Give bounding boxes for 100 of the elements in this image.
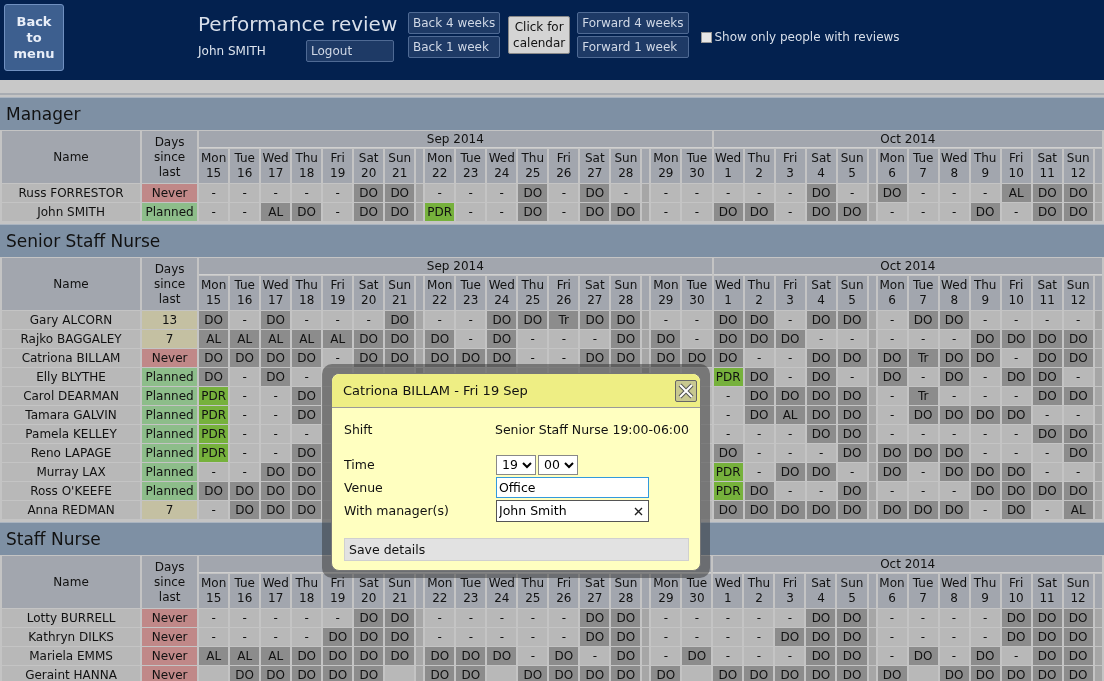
shift-cell[interactable]: - [939, 609, 969, 627]
shift-cell[interactable]: - [939, 628, 969, 646]
shift-cell[interactable]: DO [713, 330, 743, 348]
shift-cell[interactable]: DO [1032, 184, 1062, 202]
shift-cell[interactable]: - [1001, 387, 1031, 405]
shift-cell[interactable]: - [939, 203, 969, 221]
shift-cell[interactable]: DO [837, 628, 867, 646]
shift-cell[interactable]: - [908, 628, 938, 646]
shift-cell[interactable]: DO [970, 666, 1000, 681]
shift-cell[interactable]: - [775, 349, 805, 367]
shift-cell[interactable]: - [549, 330, 579, 348]
back-weeks-button[interactable]: Back 1 week [408, 36, 501, 58]
shift-cell[interactable]: - [939, 647, 969, 665]
shift-cell[interactable]: - [1032, 501, 1062, 519]
shift-cell[interactable]: - [713, 647, 743, 665]
shift-cell[interactable]: DO [908, 311, 938, 329]
shift-cell[interactable]: - [580, 647, 610, 665]
shift-cell[interactable]: - [877, 311, 907, 329]
shift-cell[interactable]: DO [385, 609, 415, 627]
shift-cell[interactable]: DO [682, 647, 712, 665]
shift-cell[interactable]: DO [354, 203, 384, 221]
shift-cell[interactable]: DO [261, 349, 291, 367]
shift-cell[interactable]: DO [744, 482, 774, 500]
shift-cell[interactable]: DO [1032, 387, 1062, 405]
shift-cell[interactable]: DO [713, 666, 743, 681]
shift-cell[interactable]: DO [806, 425, 836, 443]
shift-cell[interactable]: DO [292, 501, 322, 519]
shift-cell[interactable]: PDR [199, 387, 229, 405]
shift-cell[interactable]: - [1063, 368, 1093, 386]
shift-cell[interactable]: - [682, 609, 712, 627]
shift-cell[interactable]: - [970, 609, 1000, 627]
filter-checkbox[interactable] [700, 31, 712, 43]
shift-cell[interactable]: - [970, 425, 1000, 443]
shift-cell[interactable]: - [970, 387, 1000, 405]
shift-cell[interactable]: AL [1063, 501, 1093, 519]
shift-cell[interactable]: - [713, 628, 743, 646]
shift-cell[interactable]: - [775, 368, 805, 386]
shift-cell[interactable]: - [837, 184, 867, 202]
shift-cell[interactable]: - [877, 482, 907, 500]
shift-cell[interactable]: DO [354, 609, 384, 627]
shift-cell[interactable]: - [487, 609, 517, 627]
shift-cell[interactable]: DO [877, 666, 907, 681]
shift-cell[interactable]: DO [970, 330, 1000, 348]
shift-cell[interactable]: DO [385, 628, 415, 646]
shift-cell[interactable]: DO [837, 406, 867, 424]
shift-cell[interactable]: DO [611, 647, 641, 665]
shift-cell[interactable]: - [744, 647, 774, 665]
shift-cell[interactable]: - [806, 482, 836, 500]
shift-cell[interactable]: DO [939, 368, 969, 386]
shift-cell[interactable]: - [713, 184, 743, 202]
shift-cell[interactable]: - [775, 311, 805, 329]
shift-cell[interactable]: DO [1063, 609, 1093, 627]
shift-cell[interactable]: - [970, 311, 1000, 329]
shift-cell[interactable]: DO [611, 311, 641, 329]
shift-cell[interactable]: DO [1001, 368, 1031, 386]
shift-cell[interactable]: - [837, 368, 867, 386]
shift-cell[interactable]: DO [354, 349, 384, 367]
shift-cell[interactable]: - [199, 184, 229, 202]
clear-icon[interactable] [634, 506, 643, 516]
shift-cell[interactable]: DO [487, 311, 517, 329]
shift-cell[interactable]: - [230, 609, 260, 627]
shift-cell[interactable]: DO [806, 501, 836, 519]
shift-cell[interactable]: DO [456, 647, 486, 665]
shift-cell[interactable]: DO [549, 647, 579, 665]
shift-cell[interactable]: - [292, 184, 322, 202]
shift-cell[interactable]: DO [292, 406, 322, 424]
shift-cell[interactable]: DO [611, 349, 641, 367]
shift-cell[interactable]: Tr [908, 349, 938, 367]
shift-cell[interactable]: DO [806, 349, 836, 367]
shift-cell[interactable]: DO [1063, 628, 1093, 646]
shift-cell[interactable]: - [744, 609, 774, 627]
shift-cell[interactable]: DO [1001, 406, 1031, 424]
shift-cell[interactable]: DO [1063, 203, 1093, 221]
shift-cell[interactable]: - [877, 387, 907, 405]
shift-cell[interactable]: - [487, 184, 517, 202]
shift-cell[interactable]: - [261, 628, 291, 646]
shift-cell[interactable]: - [908, 368, 938, 386]
shift-cell[interactable]: - [1063, 463, 1093, 481]
shift-cell[interactable]: DO [908, 406, 938, 424]
shift-cell[interactable]: DO [837, 425, 867, 443]
shift-cell[interactable]: - [199, 463, 229, 481]
shift-cell[interactable]: - [651, 184, 681, 202]
shift-cell[interactable]: - [199, 609, 229, 627]
shift-cell[interactable]: DO [806, 387, 836, 405]
shift-cell[interactable]: PDR [713, 482, 743, 500]
shift-cell[interactable]: DO [385, 349, 415, 367]
shift-cell[interactable]: - [230, 311, 260, 329]
shift-cell[interactable]: PDR [199, 444, 229, 462]
shift-cell[interactable]: - [323, 609, 353, 627]
shift-cell[interactable]: DO [970, 203, 1000, 221]
shift-cell[interactable]: DO [837, 203, 867, 221]
shift-cell[interactable]: DO [292, 482, 322, 500]
shift-cell[interactable]: DO [970, 463, 1000, 481]
shift-cell[interactable]: DO [713, 203, 743, 221]
shift-cell[interactable]: - [939, 184, 969, 202]
shift-cell[interactable]: DO [877, 184, 907, 202]
shift-cell[interactable]: - [549, 628, 579, 646]
shift-cell[interactable]: - [1001, 444, 1031, 462]
back-weeks-button[interactable]: Back 4 weeks [408, 12, 501, 34]
shift-cell[interactable]: - [230, 387, 260, 405]
